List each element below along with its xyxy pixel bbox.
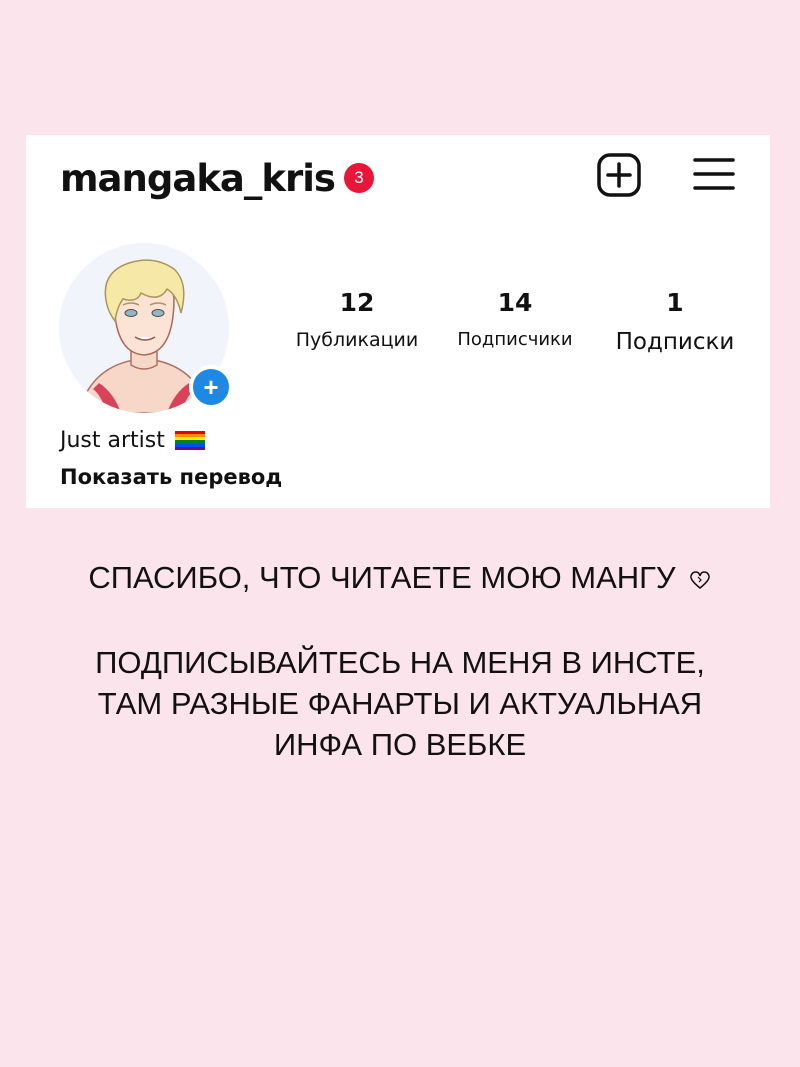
stat-posts[interactable]: 12 Публикации bbox=[284, 288, 430, 351]
following-count: 1 bbox=[666, 288, 684, 317]
posts-label: Публикации bbox=[295, 329, 419, 351]
add-story-plus-icon[interactable]: + bbox=[189, 365, 233, 409]
profile-card: mangaka_kris 3 + 12 Публикации 14 Подпис… bbox=[26, 135, 770, 508]
notification-badge[interactable]: 3 bbox=[343, 163, 374, 193]
stat-followers[interactable]: 14 Подписчики bbox=[444, 288, 586, 350]
show-translation-link[interactable]: Показать перевод bbox=[60, 465, 282, 489]
followers-label: Подписчики bbox=[457, 329, 573, 350]
thanks-message: СПАСИБО, ЧТО ЧИТАЕТЕ МОЮ МАНГУ bbox=[0, 560, 800, 598]
follow-message-line-3: ИНФА ПО ВЕБКЕ bbox=[273, 727, 527, 762]
bio-text: Just artist bbox=[60, 428, 165, 453]
heart-icon bbox=[688, 562, 712, 598]
followers-count: 14 bbox=[497, 288, 533, 317]
hamburger-menu-icon[interactable] bbox=[693, 155, 735, 193]
follow-message-line-2: ТАМ РАЗНЫЕ ФАНАРТЫ И АКТУАЛЬНАЯ bbox=[97, 686, 703, 721]
following-label: Подписки bbox=[615, 329, 735, 355]
posts-count: 12 bbox=[339, 288, 375, 317]
stat-following[interactable]: 1 Подписки bbox=[604, 288, 746, 355]
profile-header: mangaka_kris 3 bbox=[60, 153, 374, 203]
add-post-icon[interactable] bbox=[596, 152, 642, 198]
follow-message-line-1: ПОДПИСЫВАЙТЕСЬ НА МЕНЯ В ИНСТЕ, bbox=[95, 645, 705, 680]
username[interactable]: mangaka_kris bbox=[60, 157, 336, 200]
bio: Just artist bbox=[60, 428, 205, 453]
thanks-text: СПАСИБО, ЧТО ЧИТАЕТЕ МОЮ МАНГУ bbox=[88, 560, 676, 595]
rainbow-flag-icon bbox=[174, 430, 205, 451]
avatar-container[interactable]: + bbox=[59, 243, 233, 413]
